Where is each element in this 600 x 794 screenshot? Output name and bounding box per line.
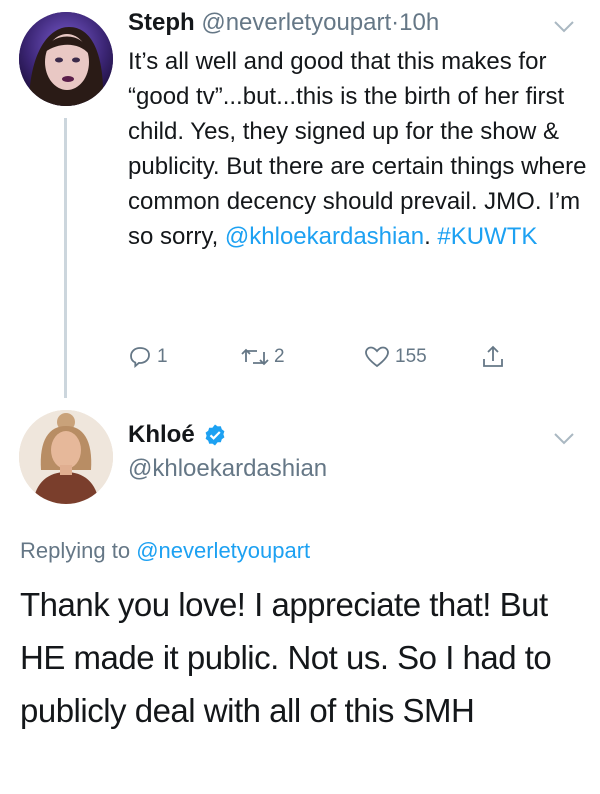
tweet1-author-name[interactable]: Steph [128,9,195,36]
avatar-steph-image [19,12,113,106]
tweet1-author-handle[interactable]: @neverletyoupart [201,9,391,36]
thread-connector-line [64,118,67,398]
avatar-khloe-image [19,410,113,504]
tweet2-author-handle[interactable]: @khloekardashian [128,454,327,484]
retweet-icon [241,348,269,366]
retweet-button[interactable]: 2 [241,340,285,374]
tweet2-body: Thank you love! I appreciate that! But H… [20,586,552,729]
heart-icon [365,346,389,368]
tweet1-text-separator: . [424,223,438,250]
reply-button[interactable]: 1 [128,340,168,374]
tweet1-timestamp[interactable]: 10h [399,9,439,36]
reply-count: 1 [157,346,168,367]
tweet1-hashtag-link[interactable]: #KUWTK [437,223,537,250]
share-icon [483,345,503,367]
tweet1-mention-link[interactable]: @khloekardashian [225,223,424,250]
replying-to-line: Replying to @neverletyoupart [20,536,310,566]
share-button[interactable] [480,340,506,374]
replying-to-prefix: Replying to [20,538,137,563]
tweet2-author[interactable]: Khloé [128,420,227,450]
tweet1-body: It’s all well and good that this makes f… [128,44,588,254]
verified-badge-icon [205,424,225,446]
tweet1-text: It’s all well and good that this makes f… [128,48,587,250]
avatar-steph[interactable] [19,12,113,106]
like-button[interactable]: 155 [364,340,427,374]
retweet-count: 2 [274,346,285,367]
avatar-khloe[interactable] [19,410,113,504]
replying-to-handle[interactable]: @neverletyoupart [136,538,310,563]
reply-icon [130,347,150,368]
chevron-down-icon[interactable] [553,432,575,446]
tweet1-header: Steph @neverletyoupart·10h [128,8,439,38]
like-count: 155 [395,346,427,367]
tweet-thread: Steph @neverletyoupart·10h It’s all well… [0,0,600,794]
tweet2-author-name[interactable]: Khloé [128,420,195,450]
tweet1-action-bar: 1 2 155 [128,340,528,374]
tweet1-separator: · [391,9,400,36]
chevron-down-icon[interactable] [553,20,575,34]
